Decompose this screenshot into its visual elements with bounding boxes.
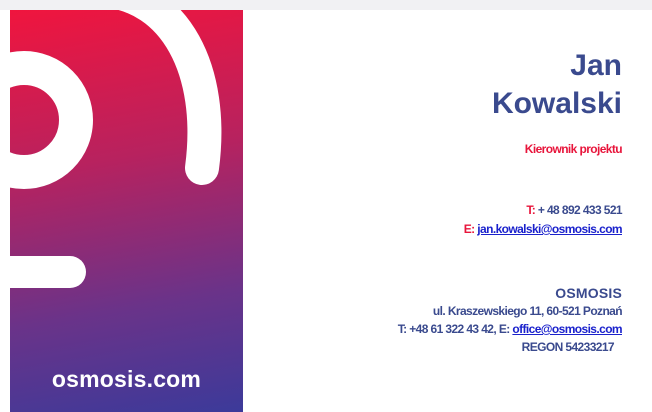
logo-inner-ring [10,51,93,189]
logo-outer-arc [117,10,222,185]
company-name: OSMOSIS [555,285,622,301]
job-title: Kierownik projektu [524,142,623,156]
regon-number: REGON 54233217 [521,340,615,354]
email-line: E: jan.kowalski@osmosis.com [463,222,623,236]
office-phone: T: +48 61 322 43 42, E: [397,322,511,336]
email-tag: E: [463,222,475,236]
phone-tag: T: [526,203,536,217]
phone-number: + 48 892 433 521 [537,203,623,217]
website-domain: osmosis.com [51,366,202,392]
brand-panel: osmosis.com [10,10,243,412]
top-divider [0,0,652,10]
office-email-link[interactable]: office@osmosis.com [512,322,622,336]
email-link[interactable]: jan.kowalski@osmosis.com [477,222,622,236]
business-card: osmosis.com Jan Kowalski Kierownik proje… [0,0,652,412]
osmosis-logo-icon [10,10,222,288]
phone-line: T: + 48 892 433 521 [526,203,622,217]
last-name: Kowalski [491,87,622,120]
first-name: Jan [570,49,622,82]
office-contact-line: T: +48 61 322 43 42, E: office@osmosis.c… [397,322,623,336]
street-address: ul. Kraszewskiego 11, 60-521 Poznań [432,304,623,318]
